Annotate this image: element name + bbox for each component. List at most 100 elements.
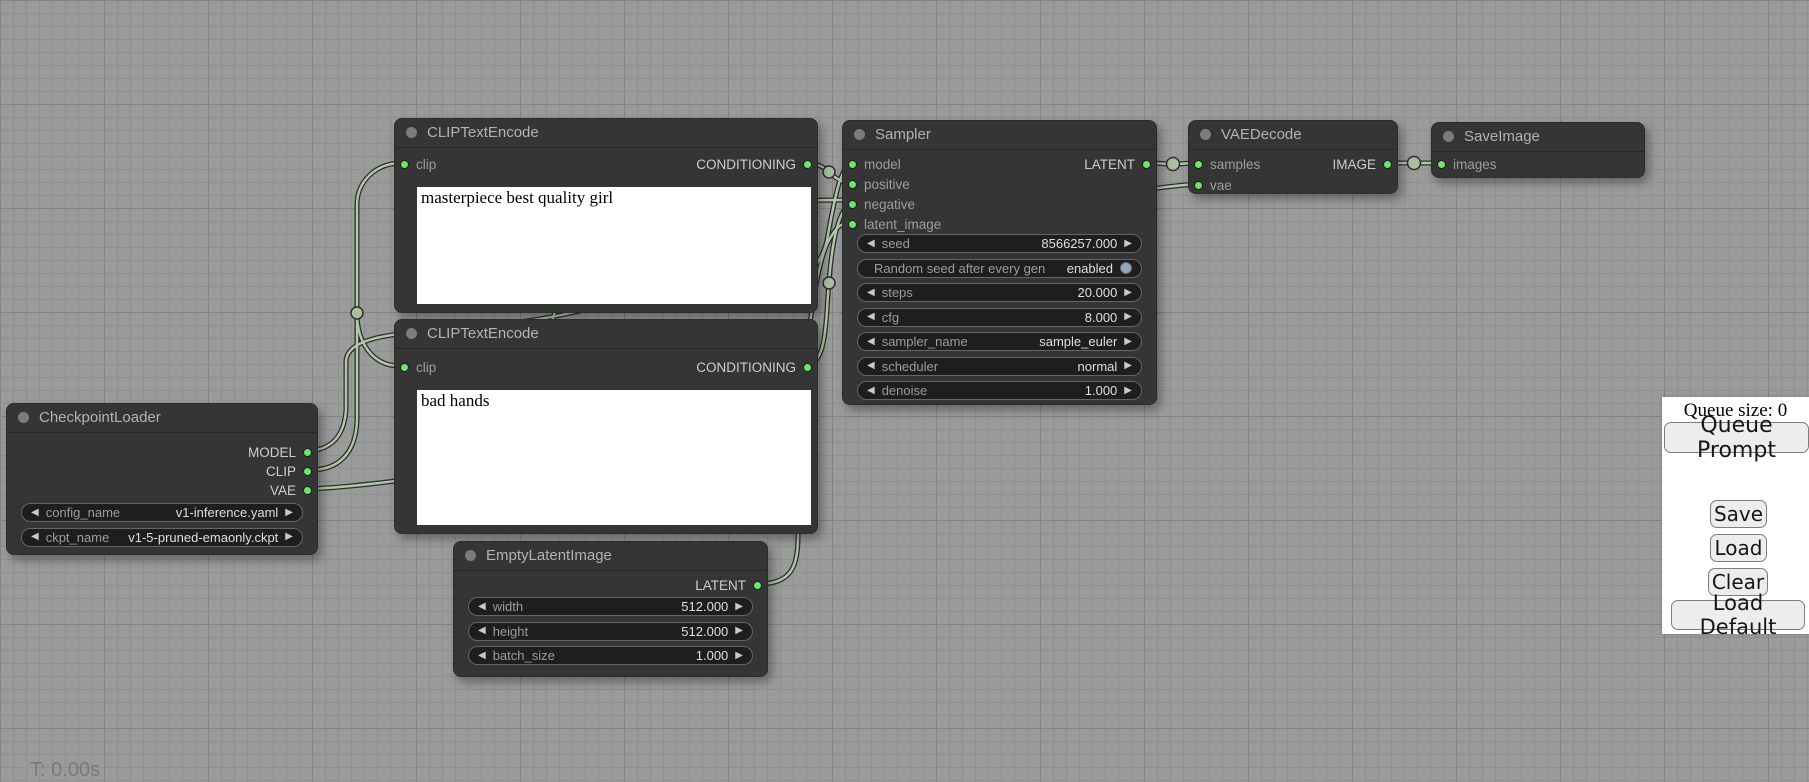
decrement-arrow-icon[interactable]: ◀ bbox=[867, 386, 875, 396]
node-title-bar[interactable]: EmptyLatentImage bbox=[454, 542, 767, 571]
output-port-icon[interactable] bbox=[303, 467, 312, 476]
widget-cfg[interactable]: ◀ cfg 8.000 ▶ bbox=[857, 308, 1142, 327]
node-empty-latent-image: EmptyLatentImage LATENT ◀ width 512.000 … bbox=[453, 541, 768, 677]
input-slot-clip: clip bbox=[400, 360, 436, 374]
node-save-image: SaveImage images bbox=[1431, 122, 1645, 178]
increment-arrow-icon[interactable]: ▶ bbox=[285, 508, 293, 518]
output-slot-latent: LATENT bbox=[695, 578, 762, 592]
node-title-bar[interactable]: Sampler bbox=[843, 121, 1156, 150]
widget-value: 512.000 bbox=[681, 599, 728, 614]
input-port-icon[interactable] bbox=[400, 363, 409, 372]
node-collapse-dot[interactable] bbox=[465, 550, 476, 561]
node-title-bar[interactable]: CLIPTextEncode bbox=[395, 320, 817, 349]
output-port-icon[interactable] bbox=[753, 581, 762, 590]
node-collapse-dot[interactable] bbox=[18, 412, 29, 423]
reroute-dot[interactable] bbox=[823, 277, 835, 289]
node-title-bar[interactable]: VAEDecode bbox=[1189, 121, 1397, 150]
increment-arrow-icon[interactable]: ▶ bbox=[735, 602, 743, 612]
increment-arrow-icon[interactable]: ▶ bbox=[1124, 361, 1132, 371]
widget-value: 1.000 bbox=[696, 648, 729, 663]
widget-label: steps bbox=[882, 285, 913, 300]
widget-label: cfg bbox=[882, 310, 899, 325]
decrement-arrow-icon[interactable]: ◀ bbox=[867, 361, 875, 371]
input-port-icon[interactable] bbox=[1194, 160, 1203, 169]
output-port-icon[interactable] bbox=[303, 448, 312, 457]
increment-arrow-icon[interactable]: ▶ bbox=[1124, 386, 1132, 396]
node-collapse-dot[interactable] bbox=[1200, 129, 1211, 140]
input-label: positive bbox=[864, 177, 910, 192]
negative-prompt-textarea[interactable]: bad hands bbox=[417, 390, 811, 525]
output-port-icon[interactable] bbox=[1383, 160, 1392, 169]
decrement-arrow-icon[interactable]: ◀ bbox=[867, 312, 875, 322]
output-port-icon[interactable] bbox=[803, 363, 812, 372]
widget-seed[interactable]: ◀ seed 8566257.000 ▶ bbox=[857, 234, 1142, 253]
save-button[interactable]: Save bbox=[1710, 500, 1767, 528]
queue-sidebar-panel: Queue size: 0 Queue Prompt Save Load Cle… bbox=[1662, 397, 1809, 634]
input-port-icon[interactable] bbox=[848, 180, 857, 189]
widget-value: 8.000 bbox=[1085, 310, 1118, 325]
input-port-icon[interactable] bbox=[1437, 160, 1446, 169]
decrement-arrow-icon[interactable]: ◀ bbox=[478, 651, 486, 661]
input-port-icon[interactable] bbox=[848, 200, 857, 209]
reroute-dot[interactable] bbox=[1167, 158, 1180, 171]
widget-height[interactable]: ◀ height 512.000 ▶ bbox=[468, 622, 753, 641]
node-title-bar[interactable]: CheckpointLoader bbox=[7, 404, 317, 433]
queue-prompt-button[interactable]: Queue Prompt bbox=[1664, 422, 1809, 453]
widget-label: sampler_name bbox=[882, 334, 968, 349]
reroute-dot[interactable] bbox=[823, 166, 835, 178]
widget-batch-size[interactable]: ◀ batch_size 1.000 ▶ bbox=[468, 646, 753, 665]
reroute-dot[interactable] bbox=[351, 307, 363, 319]
widget-value: 20.000 bbox=[1078, 285, 1118, 300]
input-port-icon[interactable] bbox=[1194, 181, 1203, 190]
load-default-button[interactable]: Load Default bbox=[1671, 600, 1805, 630]
widget-width[interactable]: ◀ width 512.000 ▶ bbox=[468, 597, 753, 616]
input-port-icon[interactable] bbox=[400, 160, 409, 169]
decrement-arrow-icon[interactable]: ◀ bbox=[31, 532, 39, 542]
widget-ckpt-name[interactable]: ◀ ckpt_name v1-5-pruned-emaonly.ckpt ▶ bbox=[21, 528, 303, 547]
output-slot-conditioning: CONDITIONING bbox=[696, 360, 812, 374]
node-collapse-dot[interactable] bbox=[406, 328, 417, 339]
output-slot-clip: CLIP bbox=[266, 464, 312, 478]
widget-label: height bbox=[493, 624, 528, 639]
decrement-arrow-icon[interactable]: ◀ bbox=[867, 337, 875, 347]
widget-random-seed-toggle[interactable]: Random seed after every gen enabled bbox=[857, 259, 1142, 278]
decrement-arrow-icon[interactable]: ◀ bbox=[867, 239, 875, 249]
output-port-icon[interactable] bbox=[303, 486, 312, 495]
decrement-arrow-icon[interactable]: ◀ bbox=[867, 288, 875, 298]
decrement-arrow-icon[interactable]: ◀ bbox=[478, 602, 486, 612]
decrement-arrow-icon[interactable]: ◀ bbox=[31, 508, 39, 518]
widget-scheduler[interactable]: ◀ scheduler normal ▶ bbox=[857, 357, 1142, 376]
widget-value: 8566257.000 bbox=[1041, 236, 1117, 251]
decrement-arrow-icon[interactable]: ◀ bbox=[478, 626, 486, 636]
node-collapse-dot[interactable] bbox=[406, 127, 417, 138]
output-port-icon[interactable] bbox=[1142, 160, 1151, 169]
input-port-icon[interactable] bbox=[848, 220, 857, 229]
positive-prompt-textarea[interactable]: masterpiece best quality girl bbox=[417, 187, 811, 304]
toggle-dot-icon[interactable] bbox=[1120, 262, 1132, 274]
widget-label: denoise bbox=[882, 383, 928, 398]
widget-config-name[interactable]: ◀ config_name v1-inference.yaml ▶ bbox=[21, 503, 303, 522]
input-port-icon[interactable] bbox=[848, 160, 857, 169]
node-collapse-dot[interactable] bbox=[854, 129, 865, 140]
node-collapse-dot[interactable] bbox=[1443, 131, 1454, 142]
reroute-dot[interactable] bbox=[1408, 157, 1421, 170]
widget-steps[interactable]: ◀ steps 20.000 ▶ bbox=[857, 283, 1142, 302]
increment-arrow-icon[interactable]: ▶ bbox=[1124, 239, 1132, 249]
increment-arrow-icon[interactable]: ▶ bbox=[1124, 312, 1132, 322]
increment-arrow-icon[interactable]: ▶ bbox=[285, 532, 293, 542]
widget-denoise[interactable]: ◀ denoise 1.000 ▶ bbox=[857, 381, 1142, 400]
node-title-bar[interactable]: CLIPTextEncode bbox=[395, 119, 817, 148]
increment-arrow-icon[interactable]: ▶ bbox=[1124, 288, 1132, 298]
increment-arrow-icon[interactable]: ▶ bbox=[735, 651, 743, 661]
increment-arrow-icon[interactable]: ▶ bbox=[1124, 337, 1132, 347]
node-title-bar[interactable]: SaveImage bbox=[1432, 123, 1644, 152]
widget-value: 512.000 bbox=[681, 624, 728, 639]
node-clip-text-encode-negative: CLIPTextEncode clip CONDITIONING bad han… bbox=[394, 319, 818, 534]
increment-arrow-icon[interactable]: ▶ bbox=[735, 626, 743, 636]
widget-sampler-name[interactable]: ◀ sampler_name sample_euler ▶ bbox=[857, 332, 1142, 351]
output-port-icon[interactable] bbox=[803, 160, 812, 169]
load-button[interactable]: Load bbox=[1710, 534, 1767, 562]
input-label: model bbox=[864, 157, 901, 172]
input-slot-model: model bbox=[848, 157, 901, 171]
output-label: CONDITIONING bbox=[696, 360, 796, 375]
